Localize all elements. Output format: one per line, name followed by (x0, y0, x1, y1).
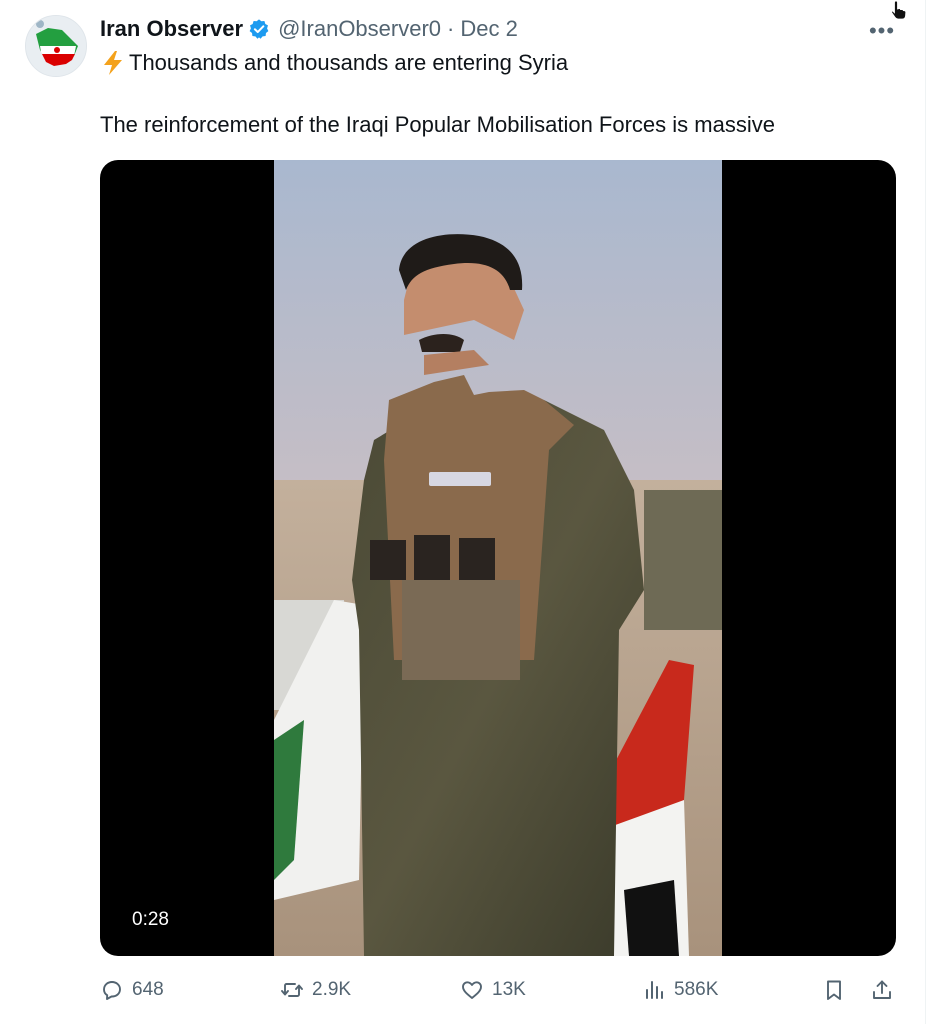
repost-icon (281, 983, 303, 997)
more-icon[interactable]: ••• (862, 16, 902, 46)
views-icon (646, 981, 663, 999)
tweet-header: Iran Observer @IranObserver0 · Dec 2 (100, 14, 518, 44)
views-button[interactable]: 586K (642, 970, 718, 1010)
bookmark-icon (827, 980, 841, 1000)
author-handle[interactable]: @IranObserver0 (278, 16, 441, 42)
repost-button[interactable]: 2.9K (280, 970, 351, 1010)
mouse-cursor-icon (890, 0, 908, 20)
tweet-card[interactable]: Iran Observer @IranObserver0 · Dec 2 •••… (0, 0, 926, 1024)
verified-badge-icon (248, 18, 270, 40)
tweet-text-line-2: The reinforcement of the Iraqi Popular M… (100, 112, 775, 137)
reply-button[interactable]: 648 (100, 970, 164, 1010)
repost-count: 2.9K (312, 979, 352, 1000)
lightning-icon (100, 50, 126, 76)
share-icon (873, 980, 891, 999)
like-icon (462, 981, 482, 999)
bookmark-button[interactable] (822, 970, 846, 1010)
author-name[interactable]: Iran Observer (100, 16, 243, 42)
tweet-date[interactable]: Dec 2 (460, 16, 517, 42)
tweet-text-line-1-content: Thousands and thousands are entering Syr… (129, 50, 569, 75)
reply-count: 648 (132, 979, 164, 1000)
video-duration: 0:28 (124, 906, 177, 934)
header-separator: · (447, 16, 455, 41)
avatar[interactable] (25, 15, 87, 77)
video-thumbnail (274, 160, 722, 956)
like-button[interactable]: 13K (460, 970, 526, 1010)
tweet-text-line-1: Thousands and thousands are entering Syr… (100, 48, 568, 78)
action-bar: 648 2.9K 13K 586K (100, 970, 900, 1010)
share-button[interactable] (870, 970, 894, 1010)
view-count: 586K (674, 979, 719, 1000)
like-count: 13K (492, 979, 526, 1000)
video-player[interactable]: 0:28 (100, 160, 896, 956)
reply-icon (103, 981, 121, 1000)
